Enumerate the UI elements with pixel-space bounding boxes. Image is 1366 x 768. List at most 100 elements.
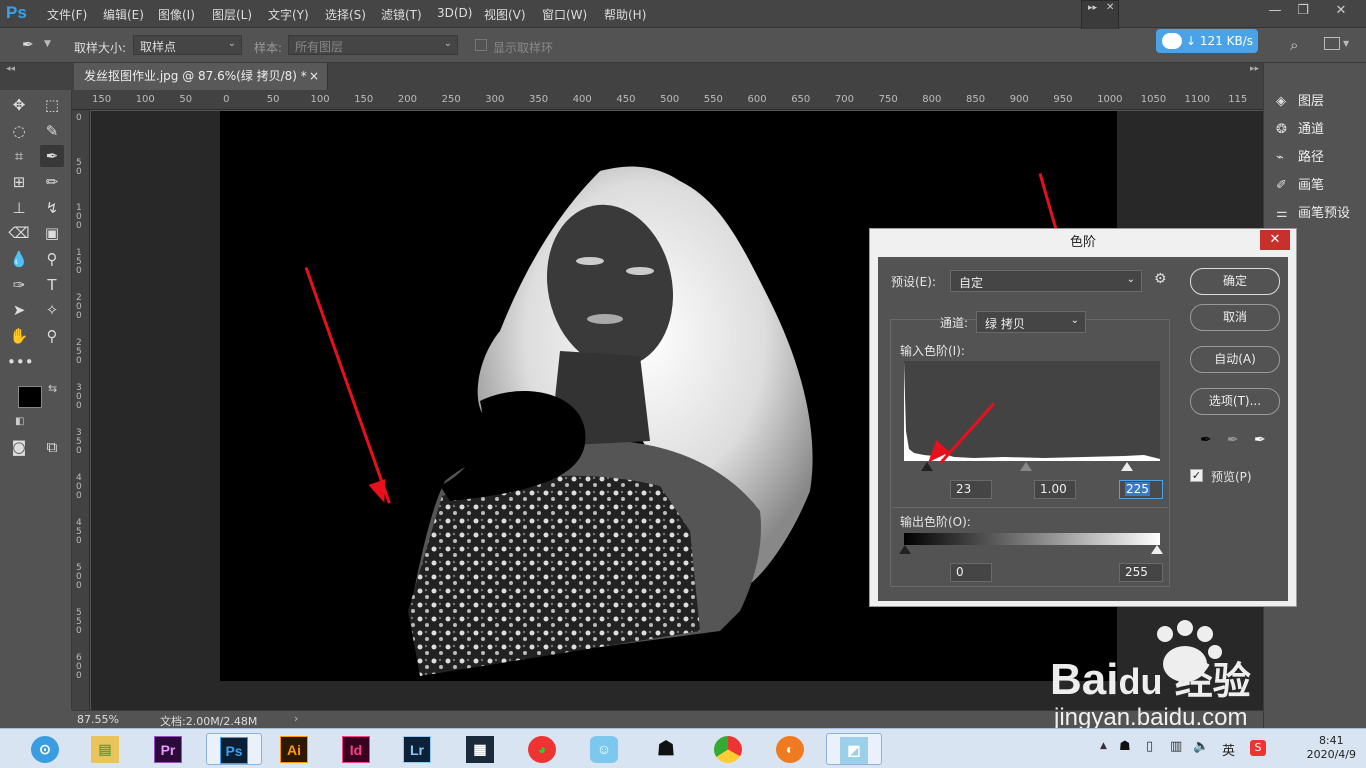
photoshop-button[interactable]: Ps (206, 733, 262, 765)
eyedropper-icon[interactable]: ✒ (22, 37, 34, 53)
cancel-button[interactable]: 取消 (1190, 304, 1280, 331)
workspace-icon[interactable] (1324, 37, 1340, 50)
tray-ime-indicator[interactable]: 英 (1222, 740, 1235, 759)
tray-sogou-icon[interactable]: S (1250, 740, 1266, 756)
start-button[interactable]: ⊙ (25, 733, 65, 765)
clone-stamp-tool-icon[interactable]: ⊥ (7, 197, 31, 219)
tray-clock[interactable]: 8:41 2020/4/9 (1307, 734, 1356, 762)
lasso-tool-icon[interactable]: ◌ (7, 120, 31, 142)
menu-3d[interactable]: 3D(D) (437, 6, 472, 20)
tray-expand-icon[interactable]: ▲ (1100, 741, 1107, 751)
file-explorer-button[interactable]: ▤ (85, 733, 125, 765)
restore-icon[interactable]: ❐ (1290, 2, 1316, 20)
gradient-tool-icon[interactable]: ▣ (40, 222, 64, 244)
move-tool-icon[interactable]: ✥ (7, 94, 31, 116)
preview-checkbox[interactable]: ✓ (1190, 469, 1203, 482)
type-tool-icon[interactable]: T (40, 274, 64, 296)
qq-button[interactable]: ☗ (646, 733, 686, 765)
lightroom-button[interactable]: Lr (397, 733, 437, 765)
shape-tool-icon[interactable]: ✧ (40, 299, 64, 321)
indesign-button[interactable]: Id (336, 733, 376, 765)
chevron-down-icon[interactable]: ▼ (1343, 39, 1349, 48)
menu-image[interactable]: 图像(I) (158, 6, 195, 23)
zoom-level[interactable]: 87.55% (77, 713, 119, 726)
menu-edit[interactable]: 编辑(E) (103, 6, 144, 23)
input-white-slider[interactable] (1121, 462, 1133, 471)
hand-tool-icon[interactable]: ✋ (7, 325, 31, 347)
output-black-field[interactable]: 0 (950, 563, 992, 582)
white-point-eyedropper-icon[interactable]: ✒ (1254, 432, 1266, 448)
menu-select[interactable]: 选择(S) (325, 6, 366, 23)
tray-volume-icon[interactable]: 🔈 (1193, 739, 1209, 754)
notes-app-button[interactable]: ◩ (826, 733, 882, 765)
more-tools-icon[interactable]: ••• (7, 351, 34, 373)
illustrator-button[interactable]: Ai (274, 733, 314, 765)
collapse-panel-icon[interactable]: ◂◂ (6, 64, 15, 74)
chevron-down-icon[interactable]: ▼ (44, 39, 51, 49)
menu-view[interactable]: 视图(V) (484, 6, 526, 23)
premiere-button[interactable]: Pr (148, 733, 188, 765)
input-gamma-slider[interactable] (1020, 462, 1032, 471)
menu-layer[interactable]: 图层(L) (212, 6, 252, 23)
panel-channels[interactable]: ❂ 通道 (1276, 118, 1324, 137)
gray-point-eyedropper-icon[interactable]: ✒ (1227, 432, 1239, 448)
browser-button[interactable]: ◐ (770, 733, 810, 765)
crop-tool-icon[interactable]: ⌗ (7, 145, 31, 167)
pen-tool-icon[interactable]: ✑ (7, 274, 31, 296)
preset-options-gear-icon[interactable]: ⚙ (1154, 271, 1167, 287)
panel-layers[interactable]: ◈ 图层 (1276, 90, 1324, 109)
screen-mode-icon[interactable]: ⧉ (40, 436, 64, 458)
document-tab[interactable]: 发丝抠图作业.jpg @ 87.6%(绿 拷贝/8) * × (74, 63, 328, 90)
input-black-field[interactable]: 23 (950, 480, 992, 499)
marquee-tool-icon[interactable]: ⬚ (40, 94, 64, 116)
show-ring-checkbox[interactable] (475, 39, 487, 51)
menu-type[interactable]: 文字(Y) (268, 6, 309, 23)
channel-select[interactable]: 绿 拷贝 ⌄ (976, 311, 1086, 333)
chrome-button[interactable] (708, 733, 748, 765)
app-button-colorful[interactable]: ◕ (522, 733, 562, 765)
menu-filter[interactable]: 滤镜(T) (381, 6, 422, 23)
healing-brush-tool-icon[interactable]: ⊞ (7, 171, 31, 193)
swap-colors-icon[interactable]: ⇆ (48, 382, 57, 395)
search-icon[interactable]: ⌕ (1290, 36, 1298, 54)
input-gamma-field[interactable]: 1.00 (1034, 480, 1076, 499)
blur-tool-icon[interactable]: 💧 (7, 248, 31, 270)
output-black-slider[interactable] (899, 545, 911, 554)
options-button[interactable]: 选项(T)... (1190, 388, 1280, 415)
tray-device-icon[interactable]: ▯ (1146, 739, 1153, 754)
status-menu-arrow-icon[interactable]: › (294, 712, 298, 725)
preset-select[interactable]: 自定 ⌄ (950, 270, 1142, 292)
close-icon[interactable]: ✕ (1106, 2, 1114, 13)
quick-mask-icon[interactable]: ◙ (7, 436, 31, 458)
close-tab-icon[interactable]: × (309, 63, 319, 90)
video-editor-button[interactable]: ▦ (460, 733, 500, 765)
auto-button[interactable]: 自动(A) (1190, 346, 1280, 373)
output-white-field[interactable]: 255 (1119, 563, 1163, 582)
panel-brush-presets[interactable]: ⚌ 画笔预设 (1276, 202, 1350, 221)
brush-tool-icon[interactable]: ✏ (40, 171, 64, 193)
collapse-icon[interactable]: ▸▸ (1088, 3, 1097, 13)
ok-button[interactable]: 确定 (1190, 268, 1280, 295)
quick-select-tool-icon[interactable]: ✎ (40, 120, 64, 142)
panel-paths[interactable]: ⌁ 路径 (1276, 146, 1324, 165)
eraser-tool-icon[interactable]: ⌫ (7, 222, 31, 244)
default-colors-icon[interactable]: ◧ (15, 416, 24, 427)
menu-file[interactable]: 文件(F) (47, 6, 87, 23)
input-white-field[interactable]: 225 (1119, 480, 1163, 499)
sample-size-select[interactable]: 取样点 ⌄ (133, 35, 242, 55)
black-point-eyedropper-icon[interactable]: ✒ (1200, 432, 1212, 448)
zoom-tool-icon[interactable]: ⚲ (40, 325, 64, 347)
eyedropper-tool-icon[interactable]: ✒ (40, 145, 64, 167)
sample-select[interactable]: 所有图层 ⌄ (288, 35, 458, 55)
menu-window[interactable]: 窗口(W) (542, 6, 587, 23)
menu-help[interactable]: 帮助(H) (604, 6, 646, 23)
dialog-titlebar[interactable]: 色阶 (870, 229, 1296, 256)
chat-app-button[interactable]: ☺ (584, 733, 624, 765)
dialog-close-button[interactable]: ✕ (1260, 230, 1290, 250)
output-white-slider[interactable] (1151, 545, 1163, 554)
close-icon[interactable]: ✕ (1328, 2, 1354, 20)
expand-panel-icon[interactable]: ▸▸ (1250, 64, 1259, 74)
dodge-tool-icon[interactable]: ⚲ (40, 248, 64, 270)
panel-brush[interactable]: ✐ 画笔 (1276, 174, 1324, 193)
minimize-icon[interactable]: — (1262, 2, 1288, 20)
